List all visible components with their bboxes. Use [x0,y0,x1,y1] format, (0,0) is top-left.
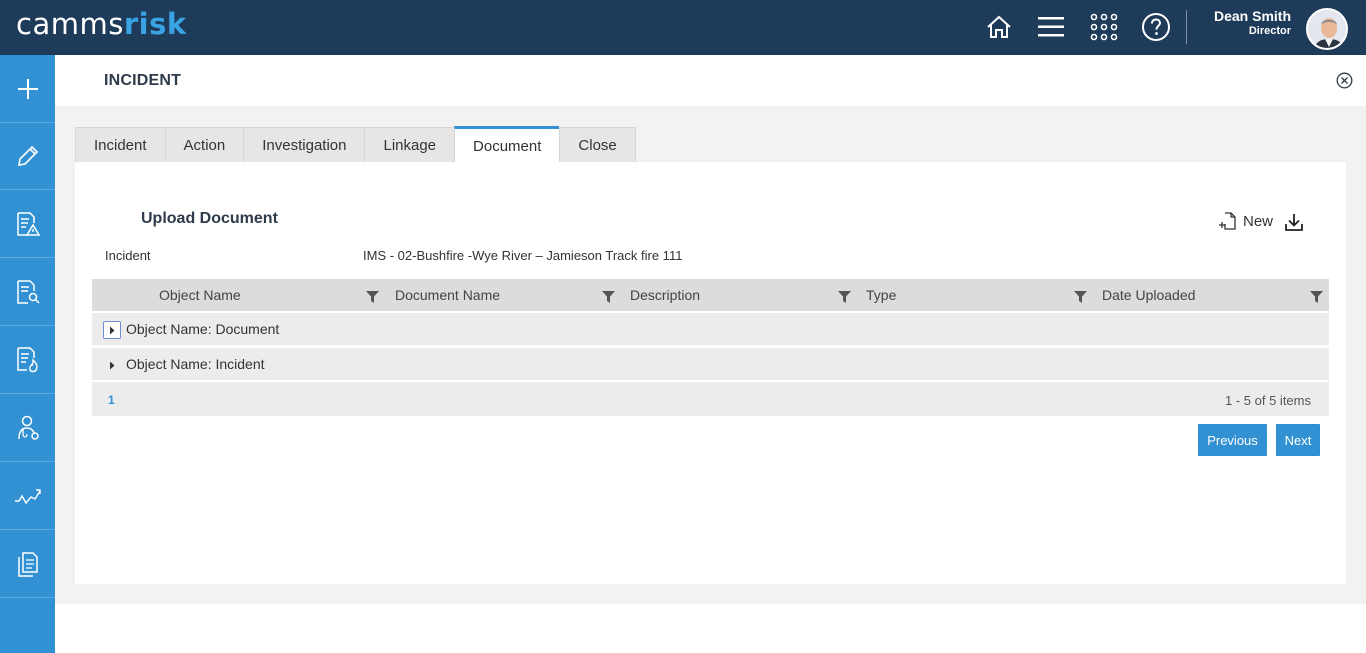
download-button[interactable] [1284,212,1304,232]
previous-button[interactable]: Previous [1198,424,1267,456]
side-nav [0,55,55,653]
next-button[interactable]: Next [1276,424,1320,456]
new-document-button[interactable]: New [1219,212,1273,230]
nav-risk[interactable] [0,190,55,258]
grid-pager: 1 1 - 5 of 5 items [92,382,1329,416]
topbar-divider [1186,10,1187,44]
pager-info: 1 - 5 of 5 items [1225,393,1311,408]
nav-documents[interactable] [0,530,55,598]
document-search-icon [16,279,40,304]
documents-icon [17,551,38,577]
column-header-document-name[interactable]: Document Name [395,279,500,311]
filter-icon[interactable] [1074,290,1087,303]
download-icon [1285,214,1303,231]
filter-icon[interactable] [602,290,615,303]
grid-header: Object Name Document Name Description Ty… [92,279,1329,311]
new-file-icon [1219,212,1236,230]
user-name: Dean Smith [1213,8,1291,24]
nav-health[interactable] [0,394,55,462]
home-icon[interactable] [983,11,1015,43]
apps-grid-icon[interactable] [1088,11,1120,43]
help-icon[interactable] [1140,11,1172,43]
caret-right-icon [110,361,115,369]
column-header-date-uploaded[interactable]: Date Uploaded [1102,279,1195,311]
document-fire-icon [16,346,38,372]
expand-toggle[interactable] [103,321,121,339]
close-circle-icon [1336,72,1353,89]
brand-part-2: risk [123,7,187,41]
group-row[interactable]: Object Name: Incident [92,347,1329,380]
pencil-icon [17,145,38,166]
tab-investigation[interactable]: Investigation [243,127,365,163]
new-label: New [1243,212,1274,230]
nav-edit[interactable] [0,122,55,190]
expand-toggle[interactable] [103,356,121,374]
caret-right-icon [110,326,115,334]
person-stethoscope-icon [17,415,39,440]
filter-icon[interactable] [366,290,379,303]
filter-icon[interactable] [1310,290,1323,303]
user-role: Director [1248,25,1291,37]
tab-incident[interactable]: Incident [75,127,165,163]
tab-document[interactable]: Document [454,126,560,163]
incident-field-label: Incident [105,248,151,263]
tab-action[interactable]: Action [164,127,244,163]
nav-add[interactable] [0,55,55,123]
nav-audit[interactable] [0,258,55,326]
group-row[interactable]: Object Name: Document [92,312,1329,345]
trend-chart-icon [14,488,41,504]
column-header-description[interactable]: Description [630,279,700,311]
top-bar: cammsrisk Dean Smith Director [0,0,1366,55]
filter-icon[interactable] [838,290,851,303]
close-button[interactable] [1336,72,1353,89]
incident-field-value: IMS - 02-Bushfire -Wye River – Jamieson … [363,248,683,263]
brand-part-1: camms [16,7,124,41]
avatar[interactable] [1306,8,1348,50]
brand-logo[interactable]: cammsrisk [16,7,187,41]
plus-icon [17,78,38,99]
nav-trends[interactable] [0,462,55,530]
column-header-object-name[interactable]: Object Name [159,279,241,311]
page-header: INCIDENT [55,55,1366,106]
column-header-type[interactable]: Type [866,279,896,311]
tab-close[interactable]: Close [559,127,636,163]
tab-linkage[interactable]: Linkage [364,127,455,163]
group-label: Object Name: Document [126,321,280,337]
section-title: Upload Document [141,210,278,227]
document-warning-icon [16,211,40,236]
nav-incident[interactable] [0,326,55,394]
page-number[interactable]: 1 [108,393,115,407]
menu-icon[interactable] [1035,11,1067,43]
group-label: Object Name: Incident [126,356,265,372]
tab-bar: Incident Action Investigation Linkage Do… [75,126,636,163]
page-title: INCIDENT [104,72,182,89]
